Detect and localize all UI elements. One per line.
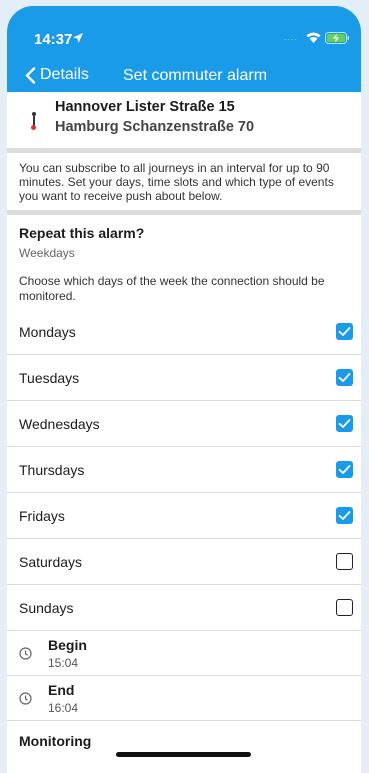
repeat-description: Choose which days of the week the connec… (19, 274, 325, 303)
day-row-fridays[interactable]: Fridays (7, 493, 361, 539)
begin-value: 15:04 (48, 655, 79, 670)
home-indicator[interactable] (116, 752, 251, 757)
repeat-subtitle: Weekdays (19, 246, 75, 260)
location-arrow-icon (73, 33, 83, 43)
checkbox-unchecked[interactable] (336, 599, 353, 616)
checkmark-icon (338, 465, 351, 474)
begin-time-row[interactable]: Begin 15:04 (7, 631, 361, 676)
day-label: Saturdays (19, 553, 83, 570)
chevron-left-icon (25, 66, 36, 84)
checkbox-checked[interactable] (336, 507, 353, 524)
checkbox-checked[interactable] (336, 323, 353, 340)
days-list: Mondays Tuesdays Wednesdays Thursdays Friday… (7, 309, 361, 631)
day-label: Sundays (19, 599, 74, 616)
page-title: Set commuter alarm (123, 67, 268, 84)
checkbox-unchecked[interactable] (336, 553, 353, 570)
day-label: Tuesdays (19, 369, 80, 386)
checkmark-icon (338, 373, 351, 382)
destination-dot-icon (31, 125, 36, 130)
begin-label: Begin (48, 636, 87, 653)
day-label: Mondays (19, 323, 76, 340)
app-window: 14:37 .... Details Set commuter alarm Ha… (7, 6, 361, 773)
day-row-thursdays[interactable]: Thursdays (7, 447, 361, 493)
clock-icon (19, 646, 32, 660)
status-time: 14:37 (34, 31, 73, 48)
day-row-sundays[interactable]: Sundays (7, 585, 361, 631)
day-label: Thursdays (19, 461, 85, 478)
clock-icon (19, 691, 32, 705)
checkmark-icon (338, 327, 351, 336)
day-label: Wednesdays (19, 415, 100, 432)
checkmark-icon (338, 419, 351, 428)
route-summary: Hannover Lister Straße 15 Hamburg Schanz… (7, 92, 361, 153)
day-label: Fridays (19, 507, 65, 524)
day-row-mondays[interactable]: Mondays (7, 309, 361, 355)
end-time-row[interactable]: End 16:04 (7, 676, 361, 721)
header: 14:37 .... Details Set commuter alarm (7, 6, 361, 92)
end-label: End (48, 681, 75, 698)
end-value: 16:04 (48, 700, 79, 715)
day-row-tuesdays[interactable]: Tuesdays (7, 355, 361, 401)
checkbox-checked[interactable] (336, 369, 353, 386)
battery-charging-icon (325, 32, 349, 44)
nav-bar: Details Set commuter alarm (7, 58, 361, 90)
day-row-saturdays[interactable]: Saturdays (7, 539, 361, 585)
status-bar: 14:37 .... (7, 6, 361, 52)
monitoring-title: Monitoring (19, 733, 92, 749)
signal-dots: .... (284, 32, 299, 42)
info-text: You can subscribe to all journeys in an … (7, 153, 361, 215)
checkmark-icon (338, 511, 351, 520)
day-row-wednesdays[interactable]: Wednesdays (7, 401, 361, 447)
checkbox-checked[interactable] (336, 415, 353, 432)
repeat-title: Repeat this alarm? (19, 225, 145, 241)
back-button[interactable]: Details (25, 66, 89, 84)
back-label: Details (40, 66, 89, 83)
wifi-icon (306, 32, 321, 43)
repeat-section: Repeat this alarm? Weekdays Choose which… (7, 225, 361, 304)
route-origin: Hannover Lister Straße 15 (55, 99, 235, 115)
route-destination: Hamburg Schanzenstraße 70 (55, 119, 255, 135)
checkbox-checked[interactable] (336, 461, 353, 478)
